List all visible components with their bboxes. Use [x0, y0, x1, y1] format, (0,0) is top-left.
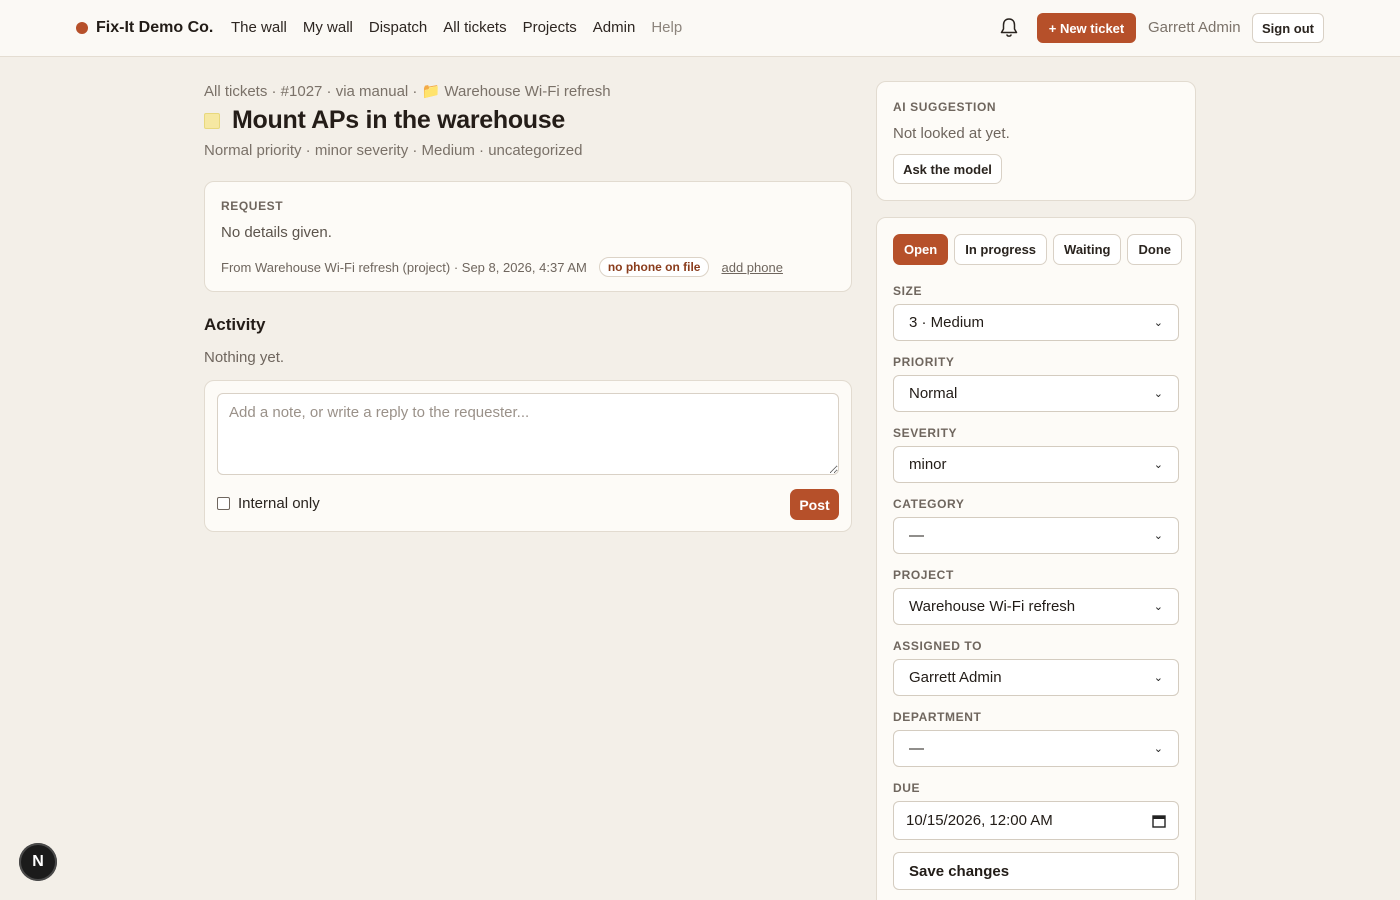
ai-suggestion-card: AI SUGGESTION Not looked at yet. Ask the… [876, 81, 1196, 201]
severity-select[interactable]: minor ⌄ [893, 446, 1179, 483]
activity-empty-text: Nothing yet. [204, 349, 285, 366]
severity-value: minor [909, 456, 947, 473]
request-body: No details given. [221, 224, 332, 241]
calendar-icon[interactable] [1152, 814, 1166, 828]
priority-value: Normal [909, 385, 958, 402]
size-label: SIZE [893, 284, 923, 298]
chevron-down-icon: ⌄ [1153, 459, 1163, 471]
chevron-down-icon: ⌄ [1153, 672, 1163, 684]
nav-admin[interactable]: Admin [593, 19, 636, 36]
ask-model-button[interactable]: Ask the model [893, 154, 1002, 184]
request-card: REQUEST No details given. From Warehouse… [204, 181, 852, 292]
priority-select[interactable]: Normal ⌄ [893, 375, 1179, 412]
status-in-progress-button[interactable]: In progress [954, 234, 1048, 265]
chevron-down-icon: ⌄ [1153, 317, 1163, 329]
internal-only-checkbox[interactable] [217, 497, 230, 510]
brand-name: Fix-It Demo Co. [96, 19, 214, 36]
assigned-to-label: ASSIGNED TO [893, 639, 983, 653]
project-select[interactable]: Warehouse Wi-Fi refresh ⌄ [893, 588, 1179, 625]
chevron-down-icon: ⌄ [1153, 601, 1163, 613]
chevron-down-icon: ⌄ [1153, 530, 1163, 542]
add-phone-link[interactable]: add phone [721, 260, 782, 275]
activity-heading: Activity [204, 315, 266, 334]
internal-only-label: Internal only [238, 495, 320, 512]
category-value: — [909, 527, 924, 544]
request-source: From Warehouse Wi-Fi refresh (project) ·… [221, 259, 587, 275]
category-label: CATEGORY [893, 497, 965, 511]
note-textarea[interactable] [217, 393, 839, 475]
due-label: DUE [893, 781, 921, 795]
project-label: PROJECT [893, 568, 954, 582]
nav-projects[interactable]: Projects [523, 19, 577, 36]
internal-only-toggle[interactable]: Internal only [217, 495, 320, 512]
due-date-input[interactable]: 10/15/2026, 12:00 AM [893, 801, 1179, 840]
request-heading: REQUEST [221, 199, 284, 213]
phone-status-badge: no phone on file [598, 257, 710, 277]
assigned-to-select[interactable]: Garrett Admin ⌄ [893, 659, 1179, 696]
main-nav: The wall My wall Dispatch All tickets Pr… [231, 19, 682, 36]
brand[interactable]: Fix-It Demo Co. [76, 19, 213, 37]
chevron-down-icon: ⌄ [1153, 743, 1163, 755]
department-select[interactable]: — ⌄ [893, 730, 1179, 767]
post-button[interactable]: Post [790, 489, 839, 520]
project-value: Warehouse Wi-Fi refresh [909, 598, 1076, 615]
department-value: — [909, 740, 924, 757]
compose-card: Internal only Post [204, 380, 852, 532]
ticket-color-swatch [204, 112, 220, 129]
brand-logo-dot [76, 22, 88, 34]
current-user-name[interactable]: Garrett Admin [1148, 19, 1241, 36]
assigned-to-value: Garrett Admin [909, 669, 1002, 686]
save-changes-button[interactable]: Save changes [893, 852, 1179, 890]
breadcrumb[interactable]: All tickets · #1027 · via manual · 📁 War… [204, 82, 611, 100]
nav-all-tickets[interactable]: All tickets [443, 19, 506, 36]
nav-help[interactable]: Help [651, 19, 682, 36]
ai-status: Not looked at yet. [893, 125, 1010, 142]
nav-my-wall[interactable]: My wall [303, 19, 353, 36]
ticket-edit-panel: Open In progress Waiting Done SIZE 3 · M… [876, 217, 1196, 900]
new-ticket-button[interactable]: + New ticket [1037, 13, 1136, 43]
size-select[interactable]: 3 · Medium ⌄ [893, 304, 1179, 341]
category-select[interactable]: — ⌄ [893, 517, 1179, 554]
nav-dispatch[interactable]: Dispatch [369, 19, 427, 36]
status-open-button[interactable]: Open [893, 234, 949, 265]
due-value: 10/15/2026, 12:00 AM [906, 812, 1053, 829]
top-nav-bar: Fix-It Demo Co. The wall My wall Dispatc… [0, 0, 1400, 57]
size-value: 3 · Medium [909, 314, 985, 331]
department-label: DEPARTMENT [893, 710, 982, 724]
ticket-title-row: Mount APs in the warehouse [204, 106, 565, 135]
request-source-row: From Warehouse Wi-Fi refresh (project) ·… [221, 257, 783, 277]
priority-label: PRIORITY [893, 355, 955, 369]
dev-tools-badge[interactable]: N [19, 843, 57, 881]
chevron-down-icon: ⌄ [1153, 388, 1163, 400]
status-waiting-button[interactable]: Waiting [1053, 234, 1122, 265]
ai-heading: AI SUGGESTION [893, 100, 997, 114]
status-done-button[interactable]: Done [1127, 234, 1182, 265]
ticket-meta: Normal priority · minor severity · Mediu… [204, 142, 583, 159]
bell-icon[interactable] [999, 17, 1019, 39]
severity-label: SEVERITY [893, 426, 958, 440]
status-buttons: Open In progress Waiting Done [893, 234, 1182, 265]
sign-out-button[interactable]: Sign out [1252, 13, 1324, 43]
page-title: Mount APs in the warehouse [232, 106, 565, 134]
nav-the-wall[interactable]: The wall [231, 19, 287, 36]
